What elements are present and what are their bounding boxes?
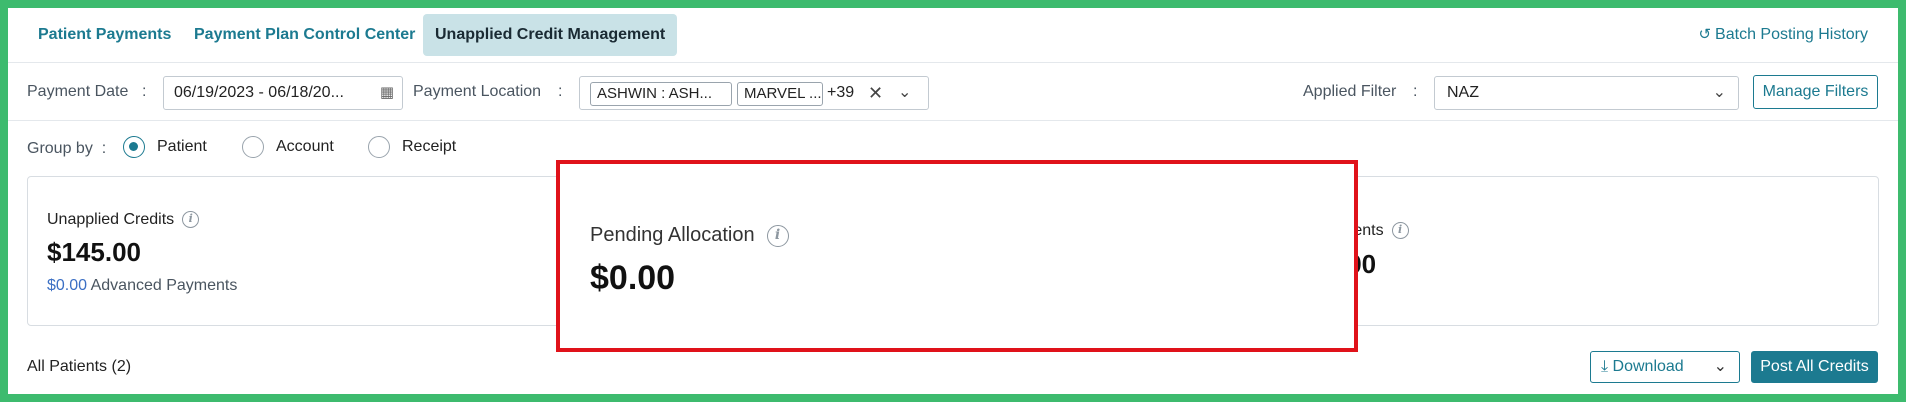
payment-date-label: Payment Date [27, 83, 129, 100]
chevron-down-icon: ⌄ [1712, 84, 1726, 101]
batch-posting-history-label: Batch Posting History [1715, 26, 1868, 43]
payment-location-select[interactable]: ASHWIN : ASH... MARVEL ... +39 ✕ ⌄ [579, 76, 929, 110]
download-label: Download [1612, 358, 1684, 375]
tabs-bar: Patient Payments Payment Plan Control Ce… [8, 8, 1898, 63]
payment-location-separator: : [558, 83, 563, 100]
download-button[interactable]: ⤓ Download ⌄ [1590, 351, 1740, 383]
post-all-credits-button[interactable]: Post All Credits [1751, 351, 1878, 383]
group-by-receipt-radio[interactable]: Receipt [368, 135, 456, 159]
radio-checked-icon [123, 135, 145, 158]
manage-filters-button[interactable]: Manage Filters [1753, 75, 1878, 109]
chevron-down-icon[interactable]: ⌄ [1714, 352, 1727, 382]
batch-posting-history-link[interactable]: ↺ Batch Posting History [1698, 14, 1868, 56]
advanced-payments-line: $0.00 Advanced Payments [47, 277, 237, 295]
radio-unchecked-icon [368, 135, 390, 158]
all-patients-count: All Patients (2) [27, 358, 132, 375]
list-toolbar: All Patients (2) ⤓ Download ⌄ Post All C… [8, 338, 1898, 386]
payment-date-separator: : [142, 83, 147, 100]
payment-date-input[interactable]: 06/19/2023 - 06/18/20... ▦ [163, 76, 403, 110]
radio-unchecked-icon [242, 135, 264, 158]
tab-payment-plan-control-center[interactable]: Payment Plan Control Center [182, 14, 427, 56]
advanced-payments-amount: $0.00 [47, 277, 88, 294]
info-icon[interactable]: i [1391, 222, 1409, 240]
pending-allocation-highlight: Pending Allocation i $0.00 [556, 160, 1358, 352]
pending-allocation-label: Pending Allocation i [590, 224, 789, 247]
history-icon: ↺ [1698, 26, 1712, 43]
applied-filter-select[interactable]: NAZ ⌄ [1434, 76, 1739, 110]
location-chip[interactable]: ASHWIN : ASH... [590, 82, 732, 106]
payment-date-value: 06/19/2023 - 06/18/20... [174, 84, 344, 101]
tab-unapplied-credit-management[interactable]: Unapplied Credit Management [423, 14, 678, 56]
info-icon[interactable]: i [766, 224, 789, 247]
calendar-icon[interactable]: ▦ [380, 77, 394, 109]
pending-allocation-value: $0.00 [590, 259, 676, 297]
chevron-down-icon[interactable]: ⌄ [898, 77, 911, 109]
applied-filter-separator: : [1413, 83, 1418, 100]
unapplied-credits-value: $145.00 [47, 237, 141, 267]
group-by-account-radio[interactable]: Account [242, 135, 334, 159]
advanced-payments-label: Advanced Payments [90, 277, 238, 294]
applied-filter-label: Applied Filter [1303, 83, 1397, 100]
app-frame: Patient Payments Payment Plan Control Ce… [8, 8, 1898, 394]
info-icon[interactable]: i [182, 211, 200, 229]
location-more-count: +39 [827, 84, 855, 101]
applied-filter-value: NAZ [1447, 84, 1479, 101]
group-by-patient-radio[interactable]: Patient [123, 135, 207, 159]
group-by-label: Group by : [27, 140, 107, 157]
download-icon: ⤓ [1601, 358, 1609, 375]
filter-bar: Payment Date : 06/19/2023 - 06/18/20... … [8, 63, 1898, 121]
payment-location-label: Payment Location [413, 83, 542, 100]
location-chip[interactable]: MARVEL ... [737, 82, 823, 106]
unapplied-credits-label: Unapplied Credits i [47, 211, 200, 229]
close-icon[interactable]: ✕ [868, 77, 883, 109]
tab-patient-payments[interactable]: Patient Payments [26, 14, 183, 56]
